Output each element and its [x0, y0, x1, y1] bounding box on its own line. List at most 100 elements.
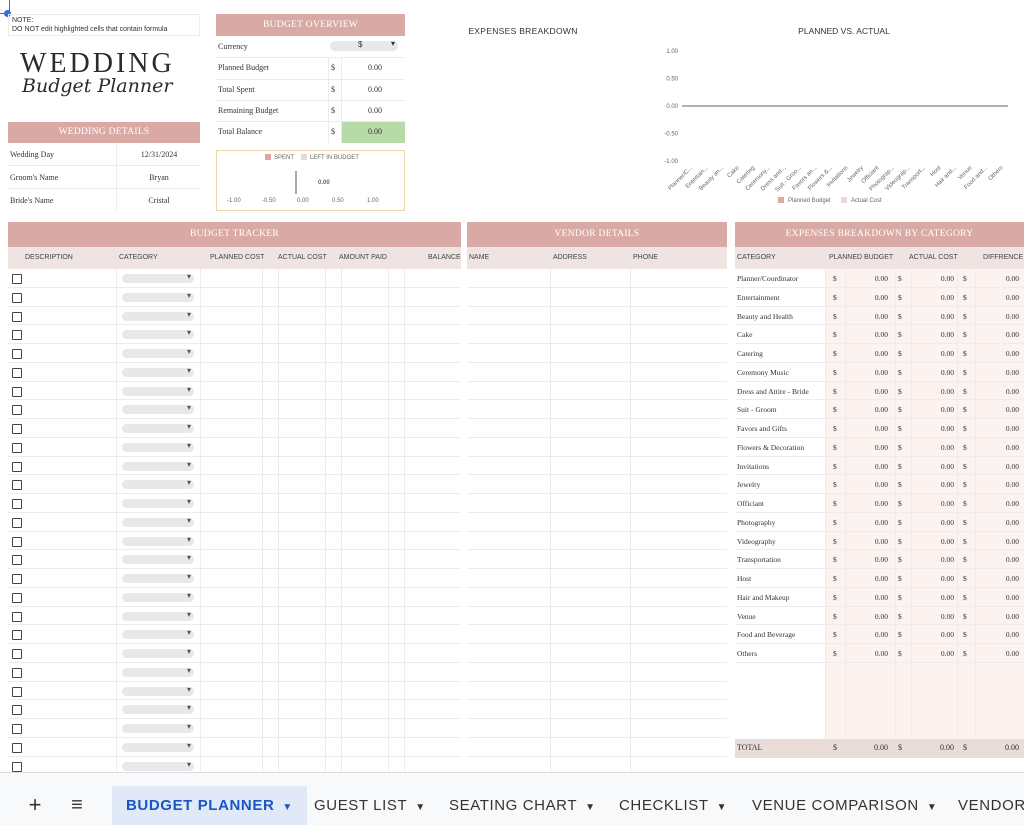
category-dropdown[interactable]: [122, 591, 194, 602]
row-checkbox[interactable]: [12, 424, 22, 434]
row-checkbox[interactable]: [12, 349, 22, 359]
category-dropdown[interactable]: [122, 572, 194, 583]
add-sheet-button[interactable]: +: [22, 790, 48, 820]
category-dropdown[interactable]: [122, 385, 194, 396]
expenses-breakdown-chart[interactable]: EXPENSES BREAKDOWN: [414, 14, 632, 210]
currency-dropdown[interactable]: $ ▾: [330, 39, 398, 51]
currency-symbol: $: [963, 386, 967, 396]
divider: [216, 100, 405, 101]
category-dropdown[interactable]: [122, 741, 194, 752]
legend-swatch-spent: [265, 154, 271, 160]
bride-name-value[interactable]: Cristal: [118, 196, 200, 205]
planned-vs-actual-chart[interactable]: PLANNED VS. ACTUAL 1.00 0.50 0.00 -0.50 -1.0…: [638, 14, 1024, 210]
row-divider: [8, 361, 461, 363]
chevron-down-icon[interactable]: ▼: [585, 802, 596, 813]
category-dropdown[interactable]: [122, 328, 194, 340]
planned-budget-value[interactable]: 0.00: [342, 63, 382, 72]
spent-chart[interactable]: SPENT LEFT IN BUDGET 0.00 -1.00 -0.50 0.00…: [216, 150, 405, 211]
row-checkbox[interactable]: [12, 649, 22, 659]
row-checkbox[interactable]: [12, 274, 22, 284]
row-checkbox[interactable]: [12, 499, 22, 509]
category-dropdown[interactable]: [122, 441, 194, 452]
row-checkbox[interactable]: [12, 574, 22, 584]
category-dropdown[interactable]: [122, 703, 194, 715]
category-row: Planner/Coordinator $0.00 $0.00 $0.00: [735, 269, 1024, 288]
chevron-down-icon[interactable]: ▼: [415, 802, 426, 813]
tab-label: CHECKLIST: [619, 797, 709, 814]
row-checkbox[interactable]: [12, 630, 22, 641]
row-checkbox[interactable]: [12, 367, 22, 378]
col-planned-cost: PLANNED COST: [210, 254, 265, 261]
currency-symbol: $: [833, 630, 837, 640]
category-dropdown[interactable]: [122, 272, 194, 283]
row-checkbox[interactable]: [12, 480, 22, 491]
category-dropdown[interactable]: [122, 366, 194, 377]
row-checkbox[interactable]: [12, 742, 22, 753]
category-row: Venue $0.00 $0.00 $0.00: [735, 607, 1024, 626]
category-dropdown[interactable]: [122, 722, 194, 733]
row-checkbox[interactable]: [12, 461, 22, 472]
groom-name-value[interactable]: Bryan: [118, 173, 200, 182]
tab-seating-chart[interactable]: SEATING CHART ▼: [435, 786, 610, 825]
tab-label: VENUE COMPARISON: [752, 797, 919, 814]
category-dropdown[interactable]: [122, 422, 194, 433]
tab-budget-planner[interactable]: BUDGET PLANNER ▼: [112, 786, 307, 825]
category-dropdown[interactable]: [122, 685, 194, 696]
category-dropdown[interactable]: [122, 760, 194, 771]
category-name: Videography: [737, 536, 776, 546]
row-checkbox[interactable]: [12, 555, 22, 566]
category-dropdown[interactable]: [122, 460, 194, 471]
category-dropdown[interactable]: [122, 403, 194, 415]
tab-checklist[interactable]: CHECKLIST ▼: [605, 786, 741, 825]
category-dropdown[interactable]: [122, 628, 194, 640]
currency-symbol: $: [898, 274, 902, 283]
category-dropdown[interactable]: [122, 310, 194, 321]
chevron-down-icon[interactable]: ▼: [927, 802, 938, 813]
category-dropdown[interactable]: [122, 291, 194, 302]
actual-cost-value: 0.00: [940, 424, 954, 433]
tab-venue-comparison[interactable]: VENUE COMPARISON ▼: [738, 786, 951, 825]
category-dropdown[interactable]: [122, 610, 194, 621]
category-dropdown[interactable]: [122, 553, 194, 565]
row-checkbox[interactable]: [12, 611, 22, 622]
row-checkbox[interactable]: [12, 292, 22, 303]
row-divider: [8, 455, 461, 457]
currency-symbol: $: [833, 649, 837, 658]
currency-value: $: [358, 40, 363, 49]
row-checkbox[interactable]: [12, 761, 22, 772]
col-planned-budget: PLANNED BUDGET: [829, 254, 894, 261]
row-checkbox[interactable]: [12, 330, 22, 341]
row-checkbox[interactable]: [12, 705, 22, 716]
row-checkbox[interactable]: [12, 517, 22, 528]
currency-symbol: $: [963, 630, 967, 640]
row-checkbox[interactable]: [12, 686, 22, 697]
category-dropdown[interactable]: [122, 497, 194, 508]
category-dropdown[interactable]: [122, 647, 194, 658]
chevron-down-icon[interactable]: ▼: [282, 802, 293, 813]
row-checkbox[interactable]: [12, 405, 22, 416]
actual-cost-value: 0.00: [940, 555, 954, 565]
category-dropdown[interactable]: [122, 516, 194, 527]
row-checkbox[interactable]: [12, 442, 22, 453]
wedding-day-value[interactable]: 12/31/2024: [118, 150, 200, 159]
chart-title: PLANNED VS. ACTUAL: [798, 26, 890, 36]
category-dropdown[interactable]: [122, 535, 194, 546]
row-checkbox[interactable]: [12, 536, 22, 547]
row-checkbox[interactable]: [12, 667, 22, 678]
row-checkbox[interactable]: [12, 386, 22, 397]
row-divider: [467, 530, 727, 532]
tab-vendor[interactable]: VENDOR: [944, 786, 1024, 825]
tab-guest-list[interactable]: GUEST LIST ▼: [300, 786, 440, 825]
category-dropdown[interactable]: [122, 478, 194, 490]
category-dropdown[interactable]: [122, 666, 194, 677]
row-checkbox[interactable]: [12, 592, 22, 603]
row-checkbox[interactable]: [12, 311, 22, 322]
currency-symbol: $: [963, 574, 967, 583]
planned-budget-value: 0.00: [874, 499, 888, 508]
row-divider: [467, 624, 727, 626]
chevron-down-icon[interactable]: ▼: [717, 802, 728, 813]
x-tick-label: 1.00: [367, 198, 379, 204]
all-sheets-menu-icon[interactable]: ≡: [64, 790, 90, 820]
row-checkbox[interactable]: [12, 724, 22, 734]
category-dropdown[interactable]: [122, 347, 194, 358]
